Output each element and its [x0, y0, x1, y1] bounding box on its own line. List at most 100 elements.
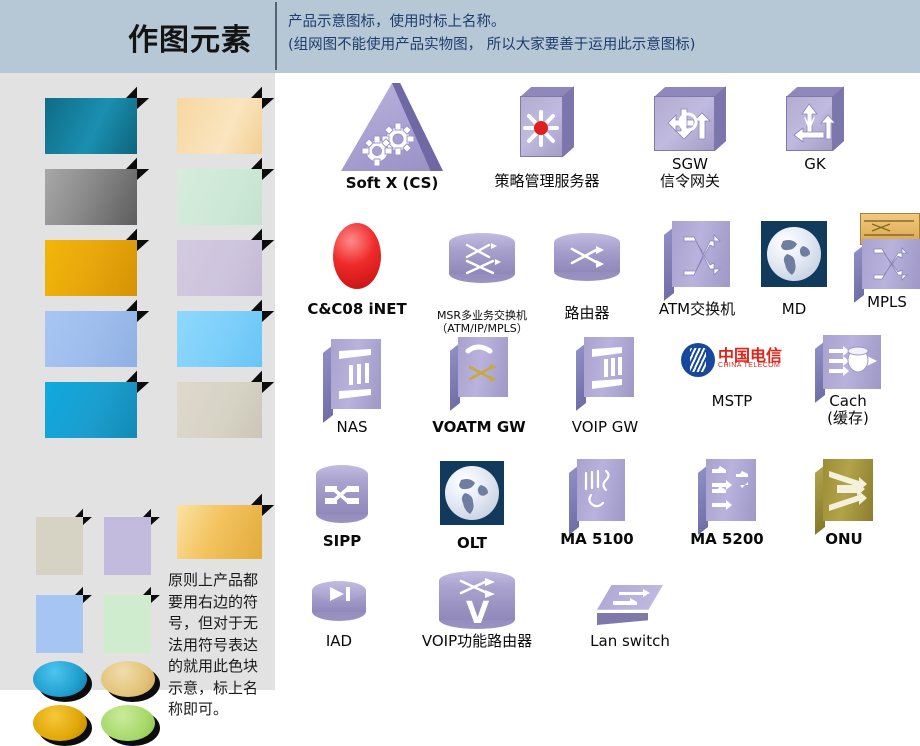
swatch-front-face	[45, 382, 137, 438]
voip-bars-icon	[592, 347, 622, 389]
icon-item-nas[interactable]: NAS	[297, 339, 407, 436]
icon-item-iad[interactable]: IAD	[289, 581, 389, 650]
swatch-ellipse-face	[33, 705, 87, 741]
swatch-front-face	[177, 240, 262, 296]
swatch-palegreen-card[interactable]	[104, 586, 160, 653]
swatch-tan-ellipse[interactable]	[101, 661, 160, 702]
icon-item-gk[interactable]: V GK	[755, 86, 875, 173]
swatch-skyblue-box[interactable]	[177, 299, 275, 367]
swatch-cyan-box[interactable]	[45, 370, 150, 438]
icon-item-router[interactable]: 路由器	[532, 233, 642, 322]
sipp-cross-icon	[325, 486, 359, 504]
icon-item-voip-gw[interactable]: VOIP GW	[545, 337, 665, 436]
icon-label: Soft X (CS)	[345, 174, 439, 192]
olt-globe-icon	[440, 461, 504, 525]
icon-item-cach[interactable]: Cach (缓存)	[793, 335, 903, 427]
icon-label: MA 5100	[560, 530, 634, 548]
icon-label: 策略管理服务器	[494, 172, 600, 190]
swatch-blue-ellipse[interactable]	[33, 661, 92, 702]
mpls-switch-plate	[854, 239, 920, 303]
icon-item-ma-5100[interactable]: MA 5100	[537, 459, 657, 548]
cc08-egg-icon	[333, 223, 381, 289]
color-swatch-sidebar: 原则上产品都要用右边的符号，但对于无法用符号表达的就用此色块示意，标上名称即可。	[0, 73, 275, 746]
signalling-arrows-icon	[667, 108, 711, 140]
swatch-blue-card[interactable]	[36, 586, 92, 653]
swatch-front-face	[36, 595, 83, 653]
icon-label: IAD	[325, 632, 353, 650]
swatch-grid: 原则上产品都要用右边的符号，但对于无法用符号表达的就用此色块示意，标上名称即可。	[0, 73, 275, 746]
burst-icon	[523, 110, 559, 147]
icon-item-mstp[interactable]: 中国电信 CHINA TELECOM MSTP	[667, 341, 797, 410]
icon-item-sgw[interactable]: SGW 信令网关	[625, 86, 755, 190]
swatch-ellipse-face	[101, 661, 155, 697]
china-telecom-logo-icon: 中国电信 CHINA TELECOM	[681, 341, 785, 379]
crossed-arrows-icon	[570, 246, 604, 268]
swatch-sand-box[interactable]	[177, 370, 275, 438]
swatch-amber-box[interactable]	[177, 493, 275, 559]
swatch-mint-box[interactable]	[177, 157, 275, 225]
icon-item-olt[interactable]: OLT	[417, 461, 527, 552]
svg-text:V: V	[804, 114, 815, 133]
swatch-orange-ellipse[interactable]	[33, 705, 92, 746]
icon-label: SIPP	[322, 532, 362, 550]
gears-icon	[361, 122, 415, 167]
header-subtitle-line1: 产品示意图标，使用时标上名称。	[288, 14, 506, 30]
iad-cylinder-icon	[312, 581, 366, 621]
ma5100-plate-icon	[569, 459, 625, 535]
nas-plate-icon	[323, 339, 381, 423]
icon-label: MSTP	[711, 392, 753, 410]
icon-item-mpls[interactable]: MPLS	[832, 213, 920, 311]
policy-server-cube-icon	[520, 86, 575, 157]
header-divider	[275, 2, 277, 70]
china-telecom-mark	[681, 343, 715, 377]
slide-header: 作图元素 产品示意图标，使用时标上名称。 (组网图不能使用产品实物图， 所以大家…	[0, 0, 920, 73]
gk-cube-icon: V	[786, 86, 845, 151]
cach-plate-icon	[815, 335, 881, 403]
swatch-front-face	[177, 382, 262, 438]
icon-label: VOATM GW	[432, 418, 526, 436]
md-globe-icon	[761, 221, 827, 287]
switch-x-arrows-icon	[873, 247, 908, 281]
swatch-lilac-box[interactable]	[177, 228, 275, 296]
swatch-ellipse-face	[101, 705, 155, 741]
icon-label: ONU	[825, 530, 863, 548]
icon-item-lan-switch[interactable]: Lan switch	[565, 585, 695, 650]
icon-item-msr-multiservice-switch[interactable]: MSR多业务交换机 （ATM/IP/MPLS）	[417, 233, 547, 335]
icon-label: C&C08 iNET	[307, 300, 407, 318]
icon-label: VOIP GW	[571, 418, 639, 436]
voatm-plate-icon	[450, 337, 508, 411]
swatch-sand-card[interactable]	[36, 508, 92, 575]
icon-item-onu[interactable]: ONU	[789, 459, 899, 548]
sipp-cylinder-icon	[316, 465, 368, 523]
icon-label: 路由器	[564, 304, 610, 322]
voip-router-cylinder-icon: V	[439, 571, 515, 629]
icon-label: SGW	[672, 155, 708, 173]
icon-item-voip-router[interactable]: V VOIP功能路由器	[387, 571, 567, 650]
atm-switch-plate-icon	[664, 221, 730, 301]
swatch-front-face	[45, 240, 137, 296]
swatch-lavender-card[interactable]	[104, 508, 160, 575]
icon-sublabel: （ATM/IP/MPLS）	[436, 322, 528, 335]
ma5200-plate-icon	[698, 459, 756, 535]
globe-landmass	[781, 240, 810, 275]
swatch-cornflower-box[interactable]	[45, 299, 150, 367]
swatch-gray-box[interactable]	[45, 157, 150, 225]
swatch-teal-box[interactable]	[45, 86, 150, 154]
icon-label: Lan switch	[590, 632, 670, 650]
icon-item-voatm-gw[interactable]: VOATM GW	[409, 337, 549, 436]
icon-item-soft-x-cs[interactable]: Soft X (CS)	[317, 83, 467, 192]
nas-bars-icon	[339, 349, 371, 399]
voip-router-v-icon: V	[459, 578, 495, 629]
lan-switch-icon	[597, 585, 663, 625]
swatch-peach-box[interactable]	[177, 86, 275, 154]
icon-item-policy-management-server[interactable]: 策略管理服务器	[467, 86, 627, 190]
icon-item-ma-5200[interactable]: MA 5200	[667, 459, 787, 548]
icon-item-sipp[interactable]: SIPP	[287, 465, 397, 550]
swatch-ellipse-face	[33, 661, 87, 697]
header-subtitle: 产品示意图标，使用时标上名称。 (组网图不能使用产品实物图， 所以大家要善于运用…	[288, 11, 908, 57]
onu-plate-icon	[815, 459, 873, 535]
icon-item-cc08-inet[interactable]: C&C08 iNET	[287, 223, 427, 318]
icon-sublabel: (缓存)	[827, 409, 869, 427]
swatch-gold-box[interactable]	[45, 228, 150, 296]
swatch-green-ellipse[interactable]	[101, 705, 160, 746]
